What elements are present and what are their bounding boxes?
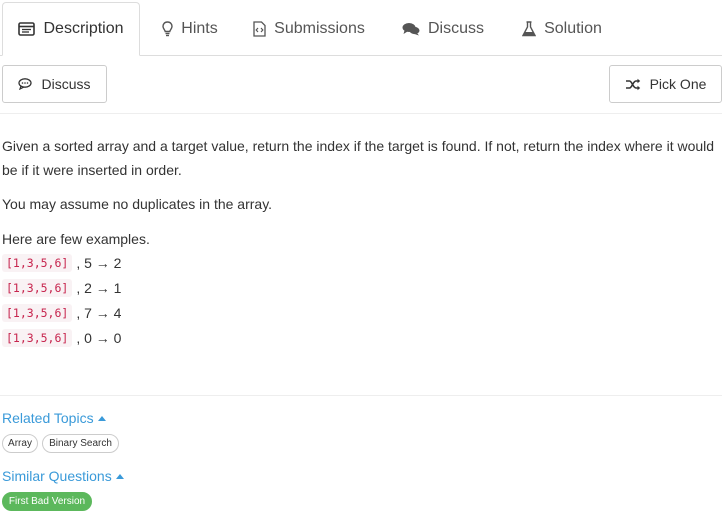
example-result: , 5 → 2: [76, 255, 122, 271]
caret-up-icon: [97, 415, 106, 421]
caret-up-icon: [115, 473, 124, 479]
similar-questions-label: Similar Questions: [2, 468, 112, 484]
topic-tag-label: Binary Search: [49, 438, 112, 449]
comments-icon: [402, 22, 420, 36]
example-result: , 2 → 1: [76, 280, 122, 296]
lightbulb-icon: [162, 20, 173, 37]
tab-label: Solution: [544, 19, 602, 37]
example-result: , 0 → 0: [76, 330, 122, 346]
description-icon: [18, 22, 36, 36]
discuss-button-label: Discuss: [41, 76, 91, 92]
discuss-button[interactable]: Discuss: [2, 65, 107, 103]
example-row: [1,3,5,6] , 5 → 2: [2, 253, 121, 273]
tab-label: Discuss: [427, 19, 484, 37]
example-code: [1,3,5,6]: [2, 254, 73, 272]
code-file-icon: [253, 20, 266, 37]
tab-description[interactable]: Description: [2, 2, 140, 56]
tab-label: Hints: [181, 19, 218, 37]
tab-label: Submissions: [274, 19, 365, 37]
tab-discuss[interactable]: Discuss: [392, 2, 494, 55]
example-code: [1,3,5,6]: [2, 304, 73, 322]
tab-submissions[interactable]: Submissions: [242, 2, 376, 55]
related-topics-toggle[interactable]: Related Topics: [2, 410, 106, 426]
problem-description: Given a sorted array and a target value,…: [2, 138, 715, 178]
example-row: [1,3,5,6] , 2 → 1: [2, 278, 121, 298]
similar-questions-toggle[interactable]: Similar Questions: [2, 468, 124, 484]
tab-bar: Description Hints Submissions Discuss So…: [0, 0, 722, 56]
tab-solution[interactable]: Solution: [510, 2, 614, 55]
example-code: [1,3,5,6]: [2, 329, 73, 347]
problem-assumption: You may assume no duplicates in the arra…: [2, 196, 273, 212]
content-divider: [0, 395, 722, 396]
pick-one-button[interactable]: Pick One: [609, 65, 722, 103]
example-code: [1,3,5,6]: [2, 279, 73, 297]
example-row: [1,3,5,6] , 7 → 4: [2, 303, 121, 323]
flask-icon: [522, 20, 537, 37]
shuffle-icon: [625, 78, 641, 91]
topic-tag-label: Array: [8, 438, 32, 449]
tab-hints[interactable]: Hints: [150, 2, 230, 55]
topic-tag-array[interactable]: Array: [2, 434, 38, 453]
toolbar-divider: [0, 113, 722, 114]
tab-label: Description: [43, 20, 124, 37]
similar-question-label: First Bad Version: [8, 496, 86, 507]
related-topics-label: Related Topics: [2, 410, 94, 426]
pick-one-button-label: Pick One: [649, 76, 707, 92]
example-row: [1,3,5,6] , 0 → 0: [2, 328, 121, 348]
similar-question-first-bad-version[interactable]: First Bad Version: [2, 492, 92, 511]
comment-icon: [18, 78, 33, 90]
example-result: , 7 → 4: [76, 305, 122, 321]
examples-intro: Here are few examples.: [2, 231, 150, 247]
topic-tag-binary-search[interactable]: Binary Search: [42, 434, 119, 453]
